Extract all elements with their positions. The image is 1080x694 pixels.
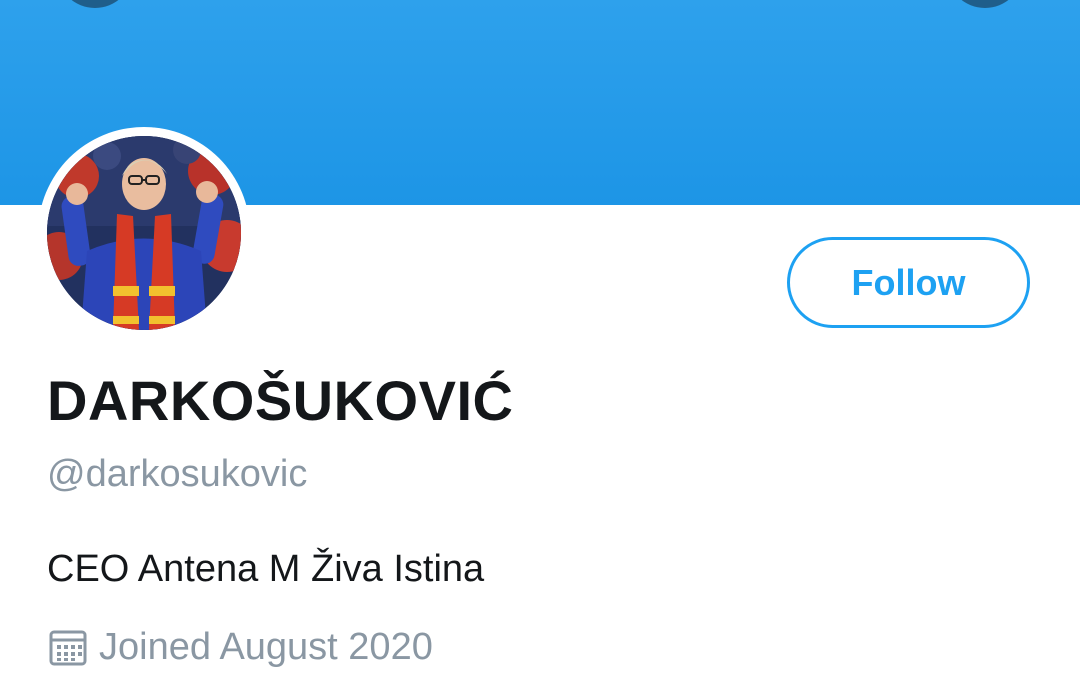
joined-date-row: Joined August 2020 xyxy=(47,624,433,670)
avatar[interactable] xyxy=(47,136,241,330)
profile-handle: @darkosukovic xyxy=(47,453,308,495)
follow-button[interactable]: Follow xyxy=(787,237,1030,328)
display-name: DARKOŠUKOVIĆ xyxy=(47,369,514,432)
joined-date: Joined August 2020 xyxy=(99,626,433,668)
calendar-icon xyxy=(47,626,89,668)
avatar-image xyxy=(47,136,241,330)
back-button[interactable] xyxy=(57,0,133,8)
profile-page: Follow DARKOŠUKOVIĆ @darkosukovic CEO An… xyxy=(0,0,1080,694)
profile-bio: CEO Antena M Živa Istina xyxy=(47,548,485,590)
more-options-button[interactable] xyxy=(947,0,1023,8)
